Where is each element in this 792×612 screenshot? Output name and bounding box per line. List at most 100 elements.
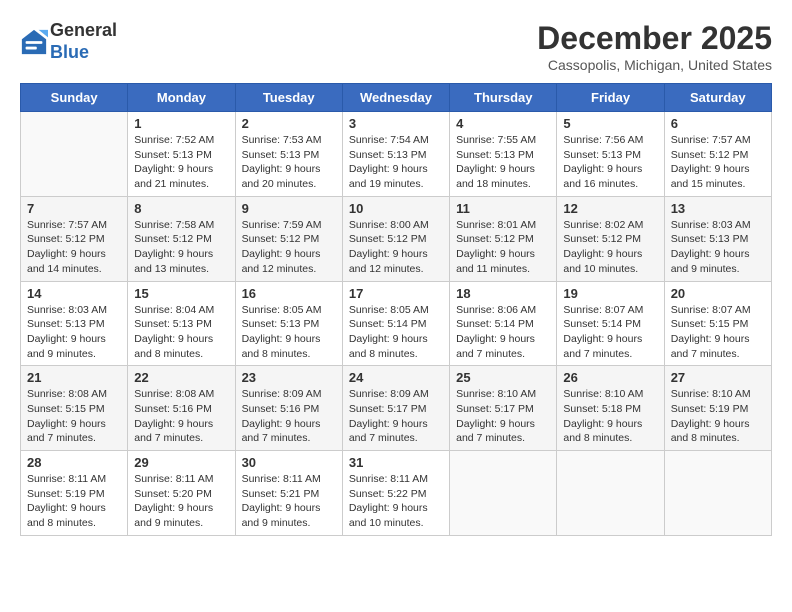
- day-number: 11: [456, 201, 550, 216]
- day-number: 5: [563, 116, 657, 131]
- calendar-day-cell: 23 Sunrise: 8:09 AMSunset: 5:16 PMDayligh…: [235, 366, 342, 451]
- calendar-day-cell: 4 Sunrise: 7:55 AMSunset: 5:13 PMDaylight…: [450, 112, 557, 197]
- calendar-day-cell: 19 Sunrise: 8:07 AMSunset: 5:14 PMDayligh…: [557, 281, 664, 366]
- calendar-day-cell: 17Sunrise: 8:05 AMSunset: 5:14 PMDayligh…: [342, 281, 449, 366]
- calendar-day-cell: 12 Sunrise: 8:02 AMSunset: 5:12 PMDayligh…: [557, 196, 664, 281]
- calendar-day-cell: 22 Sunrise: 8:08 AMSunset: 5:16 PMDayligh…: [128, 366, 235, 451]
- day-number: 16: [242, 286, 336, 301]
- day-info: Sunrise: 8:10 AMSunset: 5:17 PMDaylight:…: [456, 387, 550, 446]
- calendar-day-cell: [450, 451, 557, 536]
- day-number: 15: [134, 286, 228, 301]
- day-info: Sunrise: 8:03 AMSunset: 5:13 PMDaylight:…: [671, 218, 765, 277]
- calendar-week-row: 14 Sunrise: 8:03 AMSunset: 5:13 PMDayligh…: [21, 281, 772, 366]
- calendar-week-row: 28 Sunrise: 8:11 AMSunset: 5:19 PMDayligh…: [21, 451, 772, 536]
- day-info: Sunrise: 8:00 AMSunset: 5:12 PMDaylight:…: [349, 218, 443, 277]
- calendar-week-row: 7Sunrise: 7:57 AMSunset: 5:12 PMDaylight…: [21, 196, 772, 281]
- calendar-day-cell: 27 Sunrise: 8:10 AMSunset: 5:19 PMDayligh…: [664, 366, 771, 451]
- calendar-day-cell: 20Sunrise: 8:07 AMSunset: 5:15 PMDayligh…: [664, 281, 771, 366]
- day-info: Sunrise: 8:05 AMSunset: 5:13 PMDaylight:…: [242, 303, 336, 362]
- day-number: 7: [27, 201, 121, 216]
- calendar-week-row: 21 Sunrise: 8:08 AMSunset: 5:15 PMDayligh…: [21, 366, 772, 451]
- day-info: Sunrise: 8:04 AMSunset: 5:13 PMDaylight:…: [134, 303, 228, 362]
- day-number: 14: [27, 286, 121, 301]
- logo-blue-text: Blue: [50, 42, 117, 64]
- page-header: General Blue December 2025 Cassopolis, M…: [20, 20, 772, 73]
- day-info: Sunrise: 7:53 AMSunset: 5:13 PMDaylight:…: [242, 133, 336, 192]
- day-info: Sunrise: 8:11 AMSunset: 5:20 PMDaylight:…: [134, 472, 228, 531]
- calendar-day-cell: 9Sunrise: 7:59 AMSunset: 5:12 PMDaylight…: [235, 196, 342, 281]
- calendar-day-cell: [664, 451, 771, 536]
- day-info: Sunrise: 8:11 AMSunset: 5:19 PMDaylight:…: [27, 472, 121, 531]
- weekday-header: Tuesday: [235, 84, 342, 112]
- weekday-header: Wednesday: [342, 84, 449, 112]
- day-info: Sunrise: 7:58 AMSunset: 5:12 PMDaylight:…: [134, 218, 228, 277]
- day-info: Sunrise: 8:06 AMSunset: 5:14 PMDaylight:…: [456, 303, 550, 362]
- logo-icon: [20, 28, 48, 56]
- calendar-day-cell: 25Sunrise: 8:10 AMSunset: 5:17 PMDayligh…: [450, 366, 557, 451]
- day-number: 1: [134, 116, 228, 131]
- day-info: Sunrise: 8:07 AMSunset: 5:15 PMDaylight:…: [671, 303, 765, 362]
- day-number: 21: [27, 370, 121, 385]
- day-info: Sunrise: 7:56 AMSunset: 5:13 PMDaylight:…: [563, 133, 657, 192]
- day-number: 13: [671, 201, 765, 216]
- calendar-table: SundayMondayTuesdayWednesdayThursdayFrid…: [20, 83, 772, 536]
- calendar-day-cell: 13 Sunrise: 8:03 AMSunset: 5:13 PMDayligh…: [664, 196, 771, 281]
- weekday-header: Monday: [128, 84, 235, 112]
- title-area: December 2025 Cassopolis, Michigan, Unit…: [537, 20, 772, 73]
- day-number: 28: [27, 455, 121, 470]
- day-number: 4: [456, 116, 550, 131]
- day-info: Sunrise: 7:52 AMSunset: 5:13 PMDaylight:…: [134, 133, 228, 192]
- calendar-header-row: SundayMondayTuesdayWednesdayThursdayFrid…: [21, 84, 772, 112]
- day-info: Sunrise: 8:07 AMSunset: 5:14 PMDaylight:…: [563, 303, 657, 362]
- day-number: 26: [563, 370, 657, 385]
- calendar-week-row: 1 Sunrise: 7:52 AMSunset: 5:13 PMDaylight…: [21, 112, 772, 197]
- logo: General Blue: [20, 20, 117, 63]
- day-info: Sunrise: 7:55 AMSunset: 5:13 PMDaylight:…: [456, 133, 550, 192]
- day-info: Sunrise: 8:08 AMSunset: 5:15 PMDaylight:…: [27, 387, 121, 446]
- day-info: Sunrise: 8:02 AMSunset: 5:12 PMDaylight:…: [563, 218, 657, 277]
- calendar-day-cell: 10 Sunrise: 8:00 AMSunset: 5:12 PMDayligh…: [342, 196, 449, 281]
- logo-general-text: General: [50, 20, 117, 42]
- day-number: 22: [134, 370, 228, 385]
- day-number: 23: [242, 370, 336, 385]
- weekday-header: Thursday: [450, 84, 557, 112]
- day-number: 31: [349, 455, 443, 470]
- calendar-day-cell: 31 Sunrise: 8:11 AMSunset: 5:22 PMDayligh…: [342, 451, 449, 536]
- day-info: Sunrise: 8:10 AMSunset: 5:19 PMDaylight:…: [671, 387, 765, 446]
- calendar-day-cell: 28 Sunrise: 8:11 AMSunset: 5:19 PMDayligh…: [21, 451, 128, 536]
- day-info: Sunrise: 8:09 AMSunset: 5:16 PMDaylight:…: [242, 387, 336, 446]
- weekday-header: Saturday: [664, 84, 771, 112]
- day-info: Sunrise: 7:59 AMSunset: 5:12 PMDaylight:…: [242, 218, 336, 277]
- day-number: 8: [134, 201, 228, 216]
- weekday-header: Sunday: [21, 84, 128, 112]
- calendar-day-cell: [21, 112, 128, 197]
- calendar-day-cell: 8 Sunrise: 7:58 AMSunset: 5:12 PMDaylight…: [128, 196, 235, 281]
- calendar-day-cell: 7Sunrise: 7:57 AMSunset: 5:12 PMDaylight…: [21, 196, 128, 281]
- day-number: 6: [671, 116, 765, 131]
- day-number: 19: [563, 286, 657, 301]
- calendar-day-cell: 26 Sunrise: 8:10 AMSunset: 5:18 PMDayligh…: [557, 366, 664, 451]
- day-info: Sunrise: 8:01 AMSunset: 5:12 PMDaylight:…: [456, 218, 550, 277]
- calendar-day-cell: 5 Sunrise: 7:56 AMSunset: 5:13 PMDaylight…: [557, 112, 664, 197]
- day-info: Sunrise: 8:08 AMSunset: 5:16 PMDaylight:…: [134, 387, 228, 446]
- calendar-day-cell: 29Sunrise: 8:11 AMSunset: 5:20 PMDayligh…: [128, 451, 235, 536]
- day-info: Sunrise: 7:57 AMSunset: 5:12 PMDaylight:…: [671, 133, 765, 192]
- day-info: Sunrise: 8:11 AMSunset: 5:22 PMDaylight:…: [349, 472, 443, 531]
- day-number: 24: [349, 370, 443, 385]
- calendar-day-cell: 14 Sunrise: 8:03 AMSunset: 5:13 PMDayligh…: [21, 281, 128, 366]
- day-number: 30: [242, 455, 336, 470]
- calendar-day-cell: 16 Sunrise: 8:05 AMSunset: 5:13 PMDayligh…: [235, 281, 342, 366]
- day-number: 27: [671, 370, 765, 385]
- calendar-day-cell: 6 Sunrise: 7:57 AMSunset: 5:12 PMDaylight…: [664, 112, 771, 197]
- day-info: Sunrise: 8:10 AMSunset: 5:18 PMDaylight:…: [563, 387, 657, 446]
- day-number: 2: [242, 116, 336, 131]
- day-number: 12: [563, 201, 657, 216]
- calendar-day-cell: 24Sunrise: 8:09 AMSunset: 5:17 PMDayligh…: [342, 366, 449, 451]
- day-number: 10: [349, 201, 443, 216]
- day-info: Sunrise: 8:03 AMSunset: 5:13 PMDaylight:…: [27, 303, 121, 362]
- calendar-day-cell: 2 Sunrise: 7:53 AMSunset: 5:13 PMDaylight…: [235, 112, 342, 197]
- calendar-day-cell: 18 Sunrise: 8:06 AMSunset: 5:14 PMDayligh…: [450, 281, 557, 366]
- day-info: Sunrise: 7:54 AMSunset: 5:13 PMDaylight:…: [349, 133, 443, 192]
- day-number: 18: [456, 286, 550, 301]
- calendar-day-cell: 1 Sunrise: 7:52 AMSunset: 5:13 PMDaylight…: [128, 112, 235, 197]
